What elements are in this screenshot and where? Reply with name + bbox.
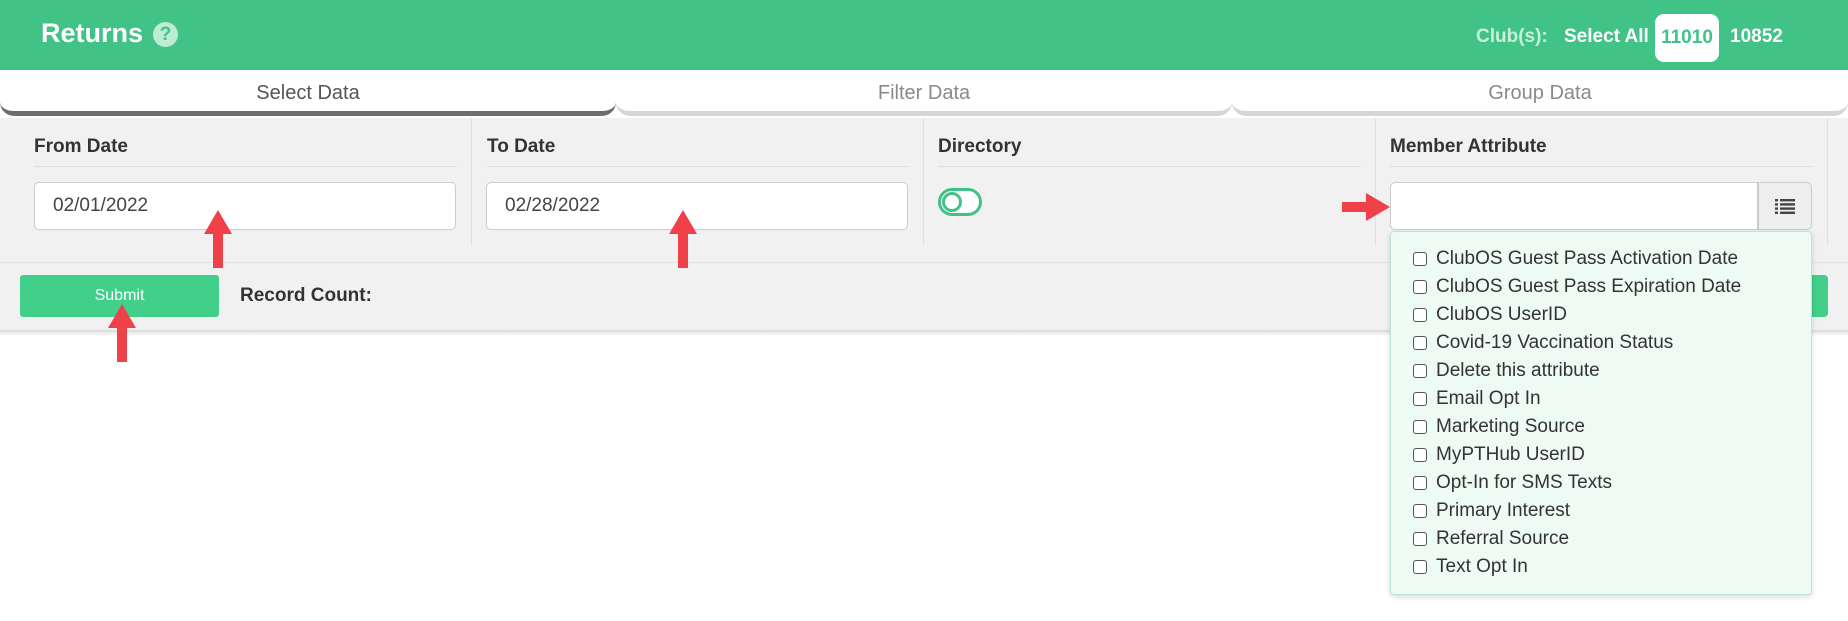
arrow-up-icon bbox=[108, 304, 136, 362]
checkbox[interactable] bbox=[1413, 280, 1427, 294]
from-date-input[interactable]: 02/01/2022 bbox=[34, 182, 456, 230]
attribute-option[interactable]: Marketing Source bbox=[1413, 414, 1585, 440]
tab-filter-data[interactable]: Filter Data bbox=[616, 70, 1232, 116]
clubs-label: Club(s): bbox=[1476, 26, 1548, 47]
help-icon[interactable]: ? bbox=[153, 22, 178, 47]
export-button-edge[interactable] bbox=[1812, 275, 1828, 317]
member-attribute-input[interactable] bbox=[1390, 182, 1758, 230]
attribute-option[interactable]: Primary Interest bbox=[1413, 498, 1570, 524]
attribute-option-label: ClubOS UserID bbox=[1436, 304, 1567, 325]
attribute-option-label: Primary Interest bbox=[1436, 500, 1571, 521]
divider bbox=[487, 166, 909, 167]
attribute-option[interactable]: Text Opt In bbox=[1413, 554, 1528, 580]
attribute-option[interactable]: Covid-19 Vaccination Status bbox=[1413, 330, 1673, 356]
to-date-input[interactable]: 02/28/2022 bbox=[486, 182, 908, 230]
checkbox[interactable] bbox=[1413, 532, 1427, 546]
checkbox[interactable] bbox=[1413, 476, 1427, 490]
attribute-option[interactable]: ClubOS UserID bbox=[1413, 302, 1567, 328]
attribute-option[interactable]: Referral Source bbox=[1413, 526, 1569, 552]
page-header: Returns ? Club(s): Select All 11010 1085… bbox=[0, 0, 1848, 71]
divider bbox=[34, 166, 457, 167]
attribute-option-label: Delete this attribute bbox=[1436, 360, 1600, 381]
attribute-option[interactable]: ClubOS Guest Pass Expiration Date bbox=[1413, 274, 1741, 300]
checkbox[interactable] bbox=[1413, 364, 1427, 378]
attribute-option[interactable]: MyPTHub UserID bbox=[1413, 442, 1585, 468]
attribute-option-label: Marketing Source bbox=[1436, 416, 1585, 437]
attribute-option-label: ClubOS Guest Pass Activation Date bbox=[1436, 248, 1739, 269]
member-attribute-label: Member Attribute bbox=[1390, 136, 1547, 157]
attribute-option-label: Referral Source bbox=[1436, 528, 1570, 549]
directory-column: Directory bbox=[924, 118, 1376, 246]
toggle-knob bbox=[942, 192, 962, 212]
checkbox[interactable] bbox=[1413, 392, 1427, 406]
tab-group-data[interactable]: Group Data bbox=[1232, 70, 1848, 116]
checkbox[interactable] bbox=[1413, 252, 1427, 266]
attribute-option-label: ClubOS Guest Pass Expiration Date bbox=[1436, 276, 1742, 297]
to-date-column: To Date 02/28/2022 bbox=[472, 118, 924, 246]
record-count-label: Record Count: bbox=[240, 285, 372, 306]
directory-toggle[interactable] bbox=[938, 188, 982, 216]
tab-select-data[interactable]: Select Data bbox=[0, 70, 616, 116]
member-attribute-dropdown: ClubOS Guest Pass Activation Date ClubOS… bbox=[1390, 231, 1812, 595]
checkbox[interactable] bbox=[1413, 504, 1427, 518]
attribute-list-button[interactable] bbox=[1758, 182, 1812, 230]
directory-label: Directory bbox=[938, 136, 1022, 157]
from-date-column: From Date 02/01/2022 bbox=[0, 118, 472, 246]
attribute-option[interactable]: Email Opt In bbox=[1413, 386, 1541, 412]
attribute-option-label: Text Opt In bbox=[1436, 556, 1528, 577]
list-icon bbox=[1775, 199, 1795, 214]
page-title: Returns bbox=[41, 18, 144, 48]
select-all-clubs-link[interactable]: Select All bbox=[1564, 26, 1649, 48]
checkbox[interactable] bbox=[1413, 336, 1427, 350]
arrow-up-icon bbox=[669, 210, 697, 268]
attribute-option[interactable]: ClubOS Guest Pass Activation Date bbox=[1413, 246, 1738, 272]
checkbox[interactable] bbox=[1413, 420, 1427, 434]
from-date-label: From Date bbox=[34, 136, 128, 157]
checkbox[interactable] bbox=[1413, 448, 1427, 462]
arrow-up-icon bbox=[204, 210, 232, 268]
club-chip-10852[interactable]: 10852 bbox=[1730, 26, 1783, 48]
attribute-option-label: Covid-19 Vaccination Status bbox=[1436, 332, 1674, 353]
club-chip-11010[interactable]: 11010 bbox=[1655, 14, 1719, 62]
checkbox[interactable] bbox=[1413, 560, 1427, 574]
attribute-option-label: MyPTHub UserID bbox=[1436, 444, 1585, 465]
divider bbox=[1390, 166, 1813, 167]
divider bbox=[938, 166, 1361, 167]
arrow-right-icon bbox=[1342, 193, 1390, 221]
to-date-label: To Date bbox=[487, 136, 556, 157]
attribute-option-label: Email Opt In bbox=[1436, 388, 1541, 409]
checkbox[interactable] bbox=[1413, 308, 1427, 322]
attribute-option-label: Opt-In for SMS Texts bbox=[1436, 472, 1612, 493]
attribute-option[interactable]: Opt-In for SMS Texts bbox=[1413, 470, 1612, 496]
attribute-option[interactable]: Delete this attribute bbox=[1413, 358, 1600, 384]
